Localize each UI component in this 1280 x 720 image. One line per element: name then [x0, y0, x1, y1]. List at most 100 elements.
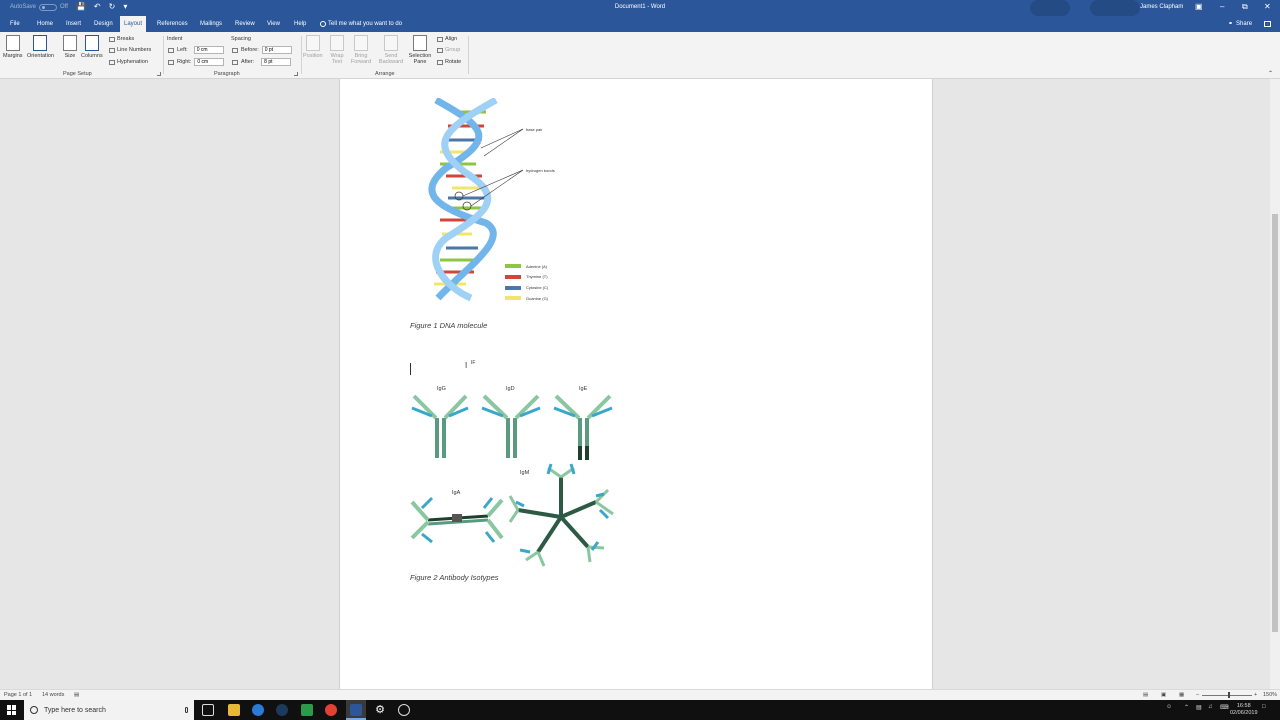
app-icon[interactable]: [398, 704, 410, 716]
print-layout-icon[interactable]: ▣: [1161, 692, 1166, 698]
position-label: Position: [303, 53, 323, 59]
legend-swatch-adenine: [505, 264, 521, 268]
zoom-level[interactable]: 150%: [1263, 692, 1277, 698]
document-area: [0, 79, 1270, 689]
tell-me-text: Tell me what you want to do: [328, 21, 403, 27]
bring-forward-button[interactable]: Bring Forward: [348, 35, 374, 65]
keyboard-icon[interactable]: ⌨: [1220, 704, 1229, 711]
tell-me-search[interactable]: Tell me what you want to do: [320, 16, 402, 32]
settings-icon[interactable]: ⚙: [374, 704, 386, 716]
hydrogen-bonds-label: hydrogen bonds: [526, 168, 555, 173]
position-button[interactable]: Position: [303, 35, 323, 59]
antibody-isotypes-image[interactable]: [408, 392, 618, 570]
zoom-slider[interactable]: [1202, 695, 1252, 696]
tab-view[interactable]: View: [263, 16, 284, 32]
cortana-icon: [30, 706, 38, 714]
spacing-before-input[interactable]: [261, 46, 292, 54]
read-mode-icon[interactable]: ▤: [1143, 692, 1148, 698]
typed-text[interactable]: IF: [471, 360, 475, 366]
steam-icon[interactable]: [276, 704, 288, 716]
zoom-slider-thumb[interactable]: [1228, 692, 1230, 698]
taskbar-search[interactable]: Type here to search: [24, 700, 194, 720]
word-icon[interactable]: [350, 704, 362, 716]
tab-insert[interactable]: Insert: [62, 16, 85, 32]
task-view-icon[interactable]: [202, 704, 214, 716]
chrome-icon[interactable]: [325, 704, 337, 716]
tray-chevron-icon[interactable]: ⌃: [1184, 704, 1189, 711]
restore-icon[interactable]: ⧉: [1242, 2, 1248, 12]
columns-button[interactable]: Columns: [81, 35, 103, 59]
orientation-button[interactable]: Orientation: [27, 35, 54, 59]
line-numbers-label: Line Numbers: [117, 47, 152, 53]
browser-icon[interactable]: [252, 704, 264, 716]
microphone-icon[interactable]: [185, 707, 188, 713]
tab-file[interactable]: File: [6, 16, 24, 32]
indent-right-input[interactable]: [194, 58, 225, 66]
collapse-ribbon-icon[interactable]: ⌃: [1268, 70, 1273, 77]
close-icon[interactable]: ✕: [1264, 2, 1271, 11]
people-icon[interactable]: ☺: [1166, 704, 1172, 710]
spacing-after-input[interactable]: [261, 58, 292, 66]
user-photo-blob: [1030, 0, 1070, 16]
figure-2-caption[interactable]: Figure 2 Antibody Isotypes: [410, 573, 499, 582]
rotate-button[interactable]: Rotate: [437, 59, 461, 65]
group-button[interactable]: Group: [437, 47, 460, 53]
scrollbar-thumb[interactable]: [1272, 214, 1278, 632]
tab-mailings[interactable]: Mailings: [196, 16, 226, 32]
paragraph-group-title: Paragraph: [214, 71, 240, 77]
clock-time: 16:58: [1236, 703, 1251, 709]
legend-swatch-thymine: [505, 275, 521, 279]
hyphenation-icon: [109, 59, 115, 65]
margins-button[interactable]: Margins: [3, 35, 23, 59]
windows-start-icon[interactable]: [7, 705, 17, 715]
proofing-icon[interactable]: ▤: [74, 692, 79, 698]
tab-help[interactable]: Help: [290, 16, 310, 32]
group-divider: [468, 36, 469, 74]
comments-icon[interactable]: [1264, 21, 1271, 27]
word-window: AutoSave Off 💾 ↶ ↻ ▾ Document1 - Word Ja…: [0, 0, 1280, 720]
tab-review[interactable]: Review: [231, 16, 259, 32]
zoom-out-icon[interactable]: –: [1196, 692, 1199, 698]
spacing-heading: Spacing: [231, 36, 251, 42]
align-button[interactable]: Align: [437, 36, 457, 42]
user-name[interactable]: James Clapham: [1140, 4, 1183, 10]
zoom-in-icon[interactable]: +: [1254, 692, 1257, 698]
spacing-before-icon: [232, 47, 238, 53]
page-count[interactable]: Page 1 of 1: [4, 692, 32, 698]
paragraph-launcher-icon[interactable]: [294, 72, 298, 76]
hyphenation-button[interactable]: Hyphenation: [109, 59, 148, 65]
selection-pane-button[interactable]: Selection Pane: [407, 35, 433, 65]
tab-layout[interactable]: Layout: [120, 16, 147, 32]
margins-label: Margins: [3, 53, 23, 59]
ribbon-display-icon[interactable]: ▣: [1195, 2, 1203, 11]
legend-guanine: Guanine (G): [526, 296, 549, 301]
bring-forward-label: Bring Forward: [350, 53, 372, 65]
volume-icon[interactable]: ♫: [1208, 704, 1213, 710]
send-backward-button[interactable]: Send Backward: [376, 35, 406, 65]
send-backward-icon: [384, 35, 398, 51]
document-title: Document1 - Word: [614, 4, 666, 10]
vertical-scrollbar[interactable]: [1270, 79, 1280, 689]
tab-home[interactable]: Home: [33, 16, 57, 32]
web-layout-icon[interactable]: ▦: [1179, 692, 1184, 698]
notifications-icon[interactable]: □: [1262, 704, 1266, 710]
tab-references[interactable]: References: [153, 16, 192, 32]
file-explorer-icon[interactable]: [228, 704, 240, 716]
figure-1-caption[interactable]: Figure 1 DNA molecule: [410, 321, 487, 330]
margins-icon: [5, 35, 20, 51]
size-button[interactable]: Size: [63, 35, 77, 59]
tab-design[interactable]: Design: [90, 16, 117, 32]
app-icon[interactable]: [301, 704, 313, 716]
share-button[interactable]: ⚭ Share: [1228, 16, 1252, 32]
breaks-button[interactable]: Breaks: [109, 36, 134, 42]
minimize-icon[interactable]: –: [1220, 2, 1224, 11]
user-photo-blob: [1090, 0, 1140, 16]
spacing-after-field: After:: [232, 58, 292, 66]
indent-left-input[interactable]: [193, 46, 224, 54]
word-count[interactable]: 14 words: [42, 692, 64, 698]
line-numbers-button[interactable]: Line Numbers: [109, 47, 151, 53]
system-clock[interactable]: 16:58 02/06/2019: [1230, 703, 1258, 717]
network-icon[interactable]: ▤: [1196, 704, 1202, 711]
wrap-text-button[interactable]: Wrap Text: [329, 35, 345, 65]
page-setup-launcher-icon[interactable]: [157, 72, 161, 76]
